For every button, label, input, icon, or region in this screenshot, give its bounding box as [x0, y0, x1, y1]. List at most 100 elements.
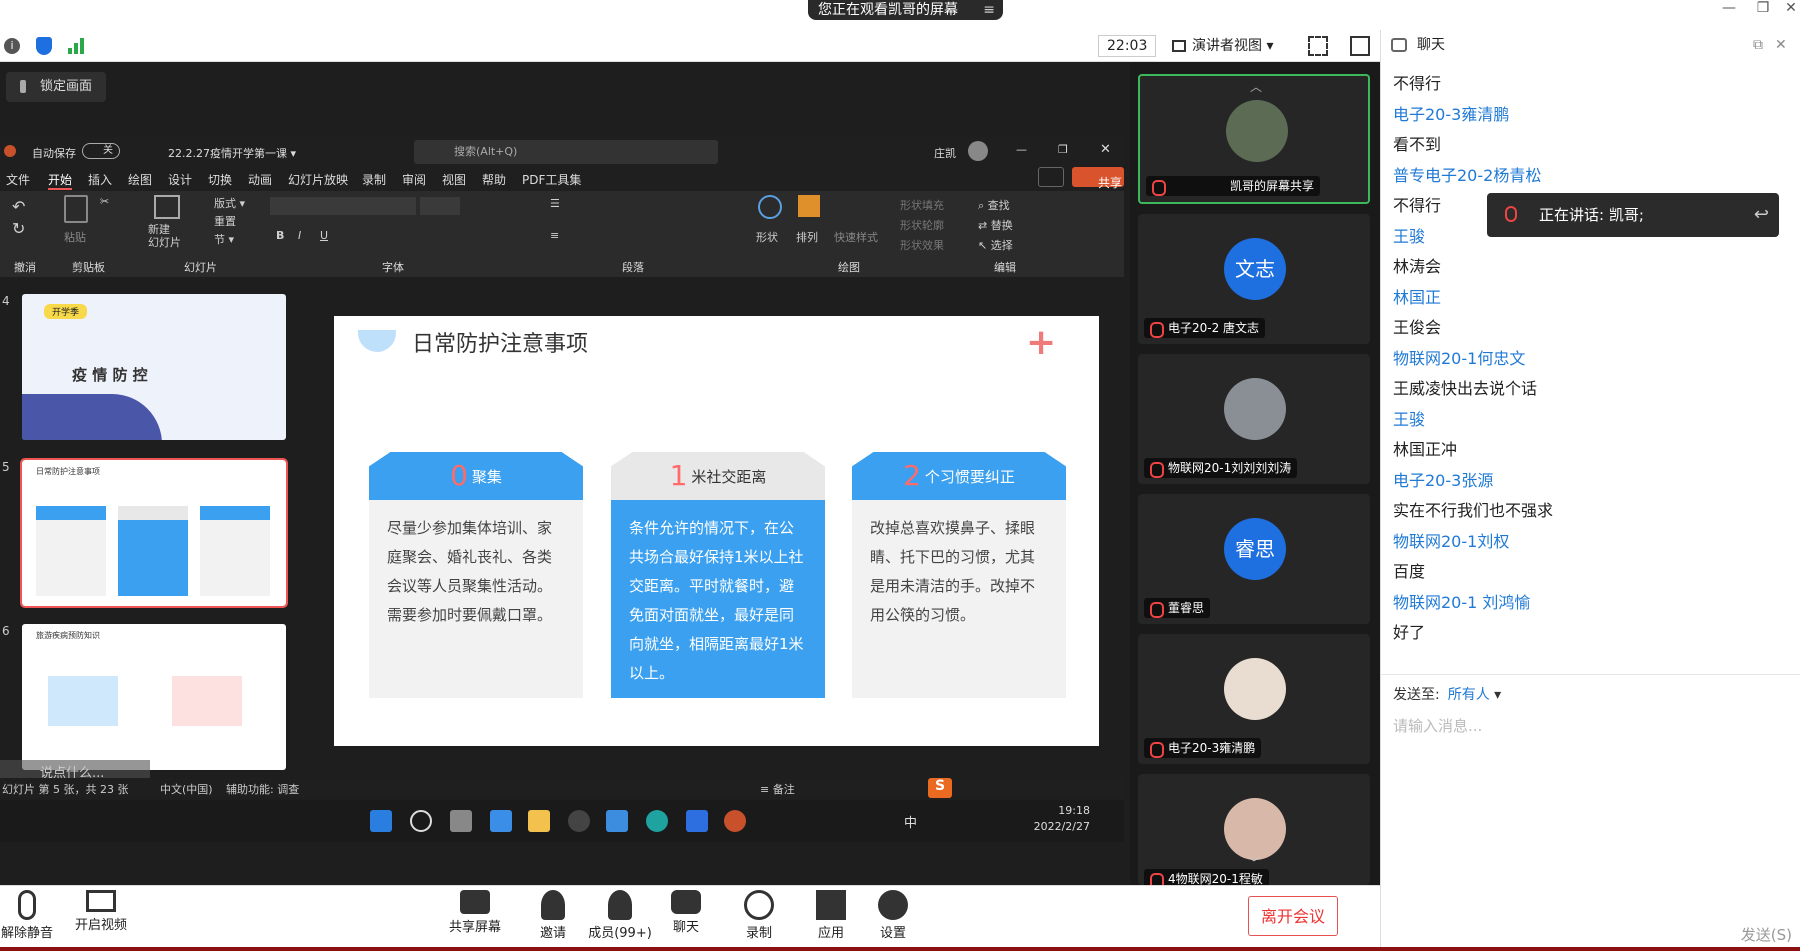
doc-name[interactable]: 22.2.27疫情开学第一课 ▾	[168, 145, 296, 161]
close-chat-icon[interactable]: ✕	[1775, 30, 1787, 60]
ppt-avatar[interactable]	[968, 141, 988, 161]
unmute-button[interactable]: 解除静音	[0, 890, 62, 941]
signal-icon[interactable]	[68, 38, 84, 54]
chat-button[interactable]: 聊天	[651, 890, 721, 935]
invite-button[interactable]: 邀请	[518, 890, 588, 941]
sidebar-toggle-icon[interactable]	[1350, 36, 1370, 56]
meeting-timer: 22:03	[1098, 35, 1157, 57]
menu-draw[interactable]: 绘图	[128, 171, 152, 188]
menu-icon[interactable]: ≡	[983, 0, 995, 20]
video-tile[interactable]: 物联网20-1刘刘刘刘涛	[1138, 354, 1370, 484]
reply-icon[interactable]: ↩	[1754, 193, 1769, 237]
chat-message: 林涛会	[1393, 257, 1442, 276]
arrange-icon[interactable]	[798, 195, 820, 217]
send-button[interactable]: 发送(S)	[1741, 924, 1792, 945]
maximize-icon[interactable]: ❐	[1750, 0, 1776, 20]
share-screen-button[interactable]: 共享屏幕	[440, 890, 510, 935]
font-size-select[interactable]	[420, 197, 460, 215]
chat-input[interactable]: 请输入消息...	[1393, 715, 1482, 736]
store-icon[interactable]	[606, 810, 628, 832]
lock-screen-button[interactable]: 锁定画面	[6, 72, 106, 102]
undo-icon[interactable]: ↶	[12, 197, 25, 216]
menu-animations[interactable]: 动画	[248, 171, 272, 188]
thumbnail-slide-5[interactable]: 日常防护注意事项	[20, 458, 288, 608]
replace-button[interactable]: ⇄ 替换	[978, 217, 1013, 233]
powerpoint-taskbar-icon[interactable]	[724, 810, 746, 832]
scroll-up-icon[interactable]: ︿	[1250, 78, 1262, 95]
menu-help[interactable]: 帮助	[482, 171, 506, 188]
ppt-user-name: 庄凯	[934, 147, 956, 160]
close-icon[interactable]: ✕	[1778, 0, 1800, 20]
search-icon[interactable]	[410, 810, 432, 832]
italic-button[interactable]: I	[298, 229, 301, 242]
find-button[interactable]: ⌕ 查找	[978, 197, 1010, 213]
layout-button[interactable]: 版式 ▾	[214, 195, 245, 211]
select-button[interactable]: ↖ 选择	[978, 237, 1013, 253]
current-slide[interactable]: 日常防护注意事项 + 0 聚集 尽量少参加集体培训、家庭聚会、婚礼丧礼、各类会议等…	[334, 316, 1099, 746]
ppt-search-input[interactable]: 搜索(Alt+Q)	[414, 140, 718, 164]
shield-icon[interactable]	[36, 37, 52, 55]
redo-icon[interactable]: ↻	[12, 219, 25, 238]
video-tile[interactable]: 睿思 董睿思	[1138, 494, 1370, 624]
font-name-select[interactable]	[270, 197, 416, 215]
minimize-icon[interactable]: —	[1716, 0, 1742, 20]
autosave-toggle[interactable]: 关	[82, 143, 120, 159]
ppt-minimize-icon[interactable]: —	[1016, 143, 1027, 156]
menu-transitions[interactable]: 切换	[208, 171, 232, 188]
reset-button[interactable]: 重置	[214, 213, 236, 229]
apps-button[interactable]: 应用	[796, 890, 866, 941]
thumbnail-slide-4[interactable]: 开学季 疫 情 防 控	[22, 294, 286, 440]
app-icon[interactable]	[686, 810, 708, 832]
video-tile[interactable]: 电子20-3雍清鹏	[1138, 634, 1370, 764]
popout-icon[interactable]: ⧉	[1753, 30, 1763, 60]
view-mode-select[interactable]: 演讲者视图 ▾	[1168, 35, 1292, 57]
sogou-icon[interactable]: S	[928, 778, 952, 798]
new-slide-icon[interactable]	[154, 195, 180, 219]
windows-start-icon[interactable]	[370, 810, 392, 832]
info-icon[interactable]: i	[4, 38, 20, 54]
paste-icon[interactable]	[64, 195, 88, 223]
settings-button[interactable]: 设置	[858, 890, 928, 941]
accessibility-status[interactable]: 辅助功能: 调查	[226, 781, 299, 797]
video-tile[interactable]: ﹀ 4物联网20-1程敏	[1138, 774, 1370, 885]
menu-record[interactable]: 录制	[362, 171, 386, 188]
menu-file[interactable]: 文件	[6, 171, 30, 188]
widgets-icon[interactable]	[490, 810, 512, 832]
menu-review[interactable]: 审阅	[402, 171, 426, 188]
edge-icon[interactable]	[646, 810, 668, 832]
underline-button[interactable]: U	[320, 229, 328, 242]
members-button[interactable]: 成员(99+)	[584, 890, 656, 941]
bold-button[interactable]: B	[276, 229, 284, 242]
shape-icon[interactable]	[758, 195, 782, 219]
fullscreen-icon[interactable]	[1308, 36, 1328, 56]
task-view-icon[interactable]	[450, 810, 472, 832]
start-video-button[interactable]: 开启视频	[66, 890, 136, 933]
menu-pdf[interactable]: PDF工具集	[522, 171, 581, 188]
record-button[interactable]: 录制	[724, 890, 794, 941]
video-tile[interactable]: ︿ 凯哥的屏幕共享	[1138, 74, 1370, 204]
menu-slideshow[interactable]: 幻灯片放映	[288, 171, 348, 188]
viewing-banner[interactable]: 您正在观看凯哥的屏幕 ≡	[808, 0, 1003, 20]
notes-button[interactable]: ≡ 备注	[760, 781, 795, 797]
menu-design[interactable]: 设计	[168, 171, 192, 188]
ppt-close-icon[interactable]: ✕	[1100, 142, 1111, 157]
thumbnail-slide-6[interactable]: 旅游疾病预防知识	[22, 624, 286, 770]
cut-icon[interactable]: ✂	[100, 195, 109, 208]
file-explorer-icon[interactable]	[528, 810, 550, 832]
ppt-restore-icon[interactable]: ❐	[1058, 143, 1068, 156]
menu-view[interactable]: 视图	[442, 171, 466, 188]
menu-home[interactable]: 开始	[48, 171, 73, 190]
section-button[interactable]: 节 ▾	[214, 231, 234, 247]
menu-insert[interactable]: 插入	[88, 171, 112, 188]
slide-thumbnails: 4 开学季 疫 情 防 控 5 日常防护注意事项 6 旅游疾病预防知识	[0, 290, 300, 778]
ppt-share-button[interactable]: 共享	[1072, 167, 1124, 190]
dell-icon[interactable]	[568, 810, 590, 832]
comment-icon[interactable]	[1038, 167, 1064, 187]
leave-meeting-button[interactable]: 离开会议	[1248, 896, 1338, 936]
send-to-select[interactable]: 发送至: 所有人 ▾	[1393, 684, 1501, 704]
align-left-icon[interactable]: ≡	[550, 229, 559, 242]
bullets-icon[interactable]: ☰	[550, 197, 560, 210]
avatar: 睿思	[1224, 518, 1286, 580]
video-tile[interactable]: 文志 电子20-2 唐文志	[1138, 214, 1370, 344]
ppt-menu-bar: 文件 开始 插入 绘图 设计 切换 动画 幻灯片放映 录制 审阅 视图 帮助 P…	[0, 165, 1124, 191]
